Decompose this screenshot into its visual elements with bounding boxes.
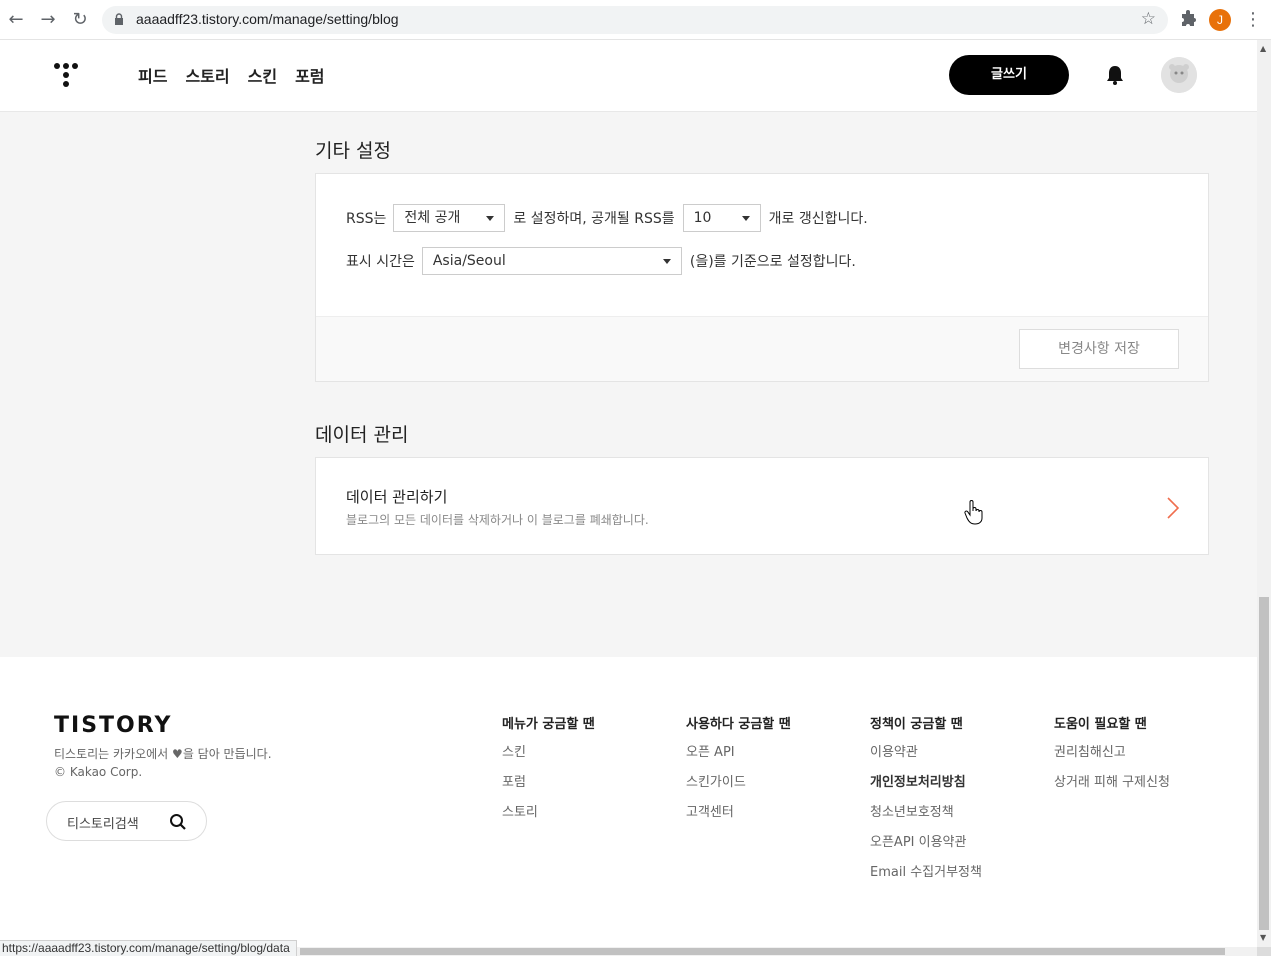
footer-link-email-policy[interactable]: Email 수집거부정책 xyxy=(870,865,982,895)
footer-link-privacy[interactable]: 개인정보처리방침 xyxy=(870,775,982,805)
rss-count-value: 10 xyxy=(693,210,712,226)
rss-middle-text: 로 설정하며, 공개될 RSS를 xyxy=(513,211,675,227)
footer-link-forum[interactable]: 포럼 xyxy=(502,775,595,805)
rss-visibility-value: 전체 공개 xyxy=(404,210,461,226)
reload-icon[interactable]: ↻ xyxy=(68,8,92,32)
browser-profile-avatar[interactable]: J xyxy=(1209,9,1231,31)
nav-story[interactable]: 스토리 xyxy=(185,63,229,87)
rss-count-select[interactable]: 10 xyxy=(682,204,761,232)
timezone-row: 표시 시간은 Asia/Seoul (을)를 기준으로 설정합니다. xyxy=(346,247,856,275)
vertical-scrollbar[interactable]: ▲ ▼ xyxy=(1257,40,1271,947)
footer-copyright: © Kakao Corp. xyxy=(54,765,143,779)
footer-link-open-api[interactable]: 오픈 API xyxy=(686,745,791,775)
footer-link-terms[interactable]: 이용약관 xyxy=(870,745,982,775)
rss-visibility-select[interactable]: 전체 공개 xyxy=(393,204,506,232)
footer-col-title: 정책이 궁금할 땐 xyxy=(870,717,963,732)
browser-toolbar: ← → ↻ aaaadff23.tistory.com/manage/setti… xyxy=(0,0,1271,40)
global-nav: 피드 스토리 스킨 포럼 xyxy=(138,63,325,87)
address-bar[interactable]: aaaadff23.tistory.com/manage/setting/blo… xyxy=(102,6,1168,34)
timezone-value: Asia/Seoul xyxy=(432,253,506,269)
footer-desc-after: 을 담아 만듭니다. xyxy=(182,747,272,761)
status-bar-url: https://aaaadff23.tistory.com/manage/set… xyxy=(0,940,297,956)
site-footer: TISTORY 티스토리는 카카오에서 ♥을 담아 만듭니다. © Kakao … xyxy=(0,657,1257,947)
nav-skin[interactable]: 스킨 xyxy=(248,63,277,87)
scroll-up-icon[interactable]: ▲ xyxy=(1260,44,1266,53)
footer-col-title: 메뉴가 궁금할 땐 xyxy=(502,717,595,732)
footer-logo[interactable]: TISTORY xyxy=(54,713,172,738)
notification-bell-icon[interactable] xyxy=(1104,64,1126,86)
misc-settings-title: 기타 설정 xyxy=(315,140,391,162)
tistory-logo-icon[interactable] xyxy=(52,61,80,91)
footer-col-policy: 정책이 궁금할 땐 이용약관 개인정보처리방침 청소년보호정책 오픈API 이용… xyxy=(870,713,982,895)
footer-link-api-terms[interactable]: 오픈API 이용약관 xyxy=(870,835,982,865)
save-changes-button[interactable]: 변경사항 저장 xyxy=(1019,329,1179,369)
footer-col-usage: 사용하다 궁금할 땐 오픈 API 스킨가이드 고객센터 xyxy=(686,713,791,835)
footer-col-title: 사용하다 궁금할 땐 xyxy=(686,717,791,732)
chevron-right-icon xyxy=(1167,497,1180,519)
write-button[interactable]: 글쓰기 xyxy=(949,55,1069,95)
nav-forum[interactable]: 포럼 xyxy=(295,63,324,87)
hand-cursor-icon xyxy=(964,500,983,525)
site-header: 피드 스토리 스킨 포럼 글쓰기 xyxy=(0,40,1257,112)
scrollbar-thumb[interactable] xyxy=(1259,597,1269,930)
timezone-select[interactable]: Asia/Seoul xyxy=(421,247,682,275)
footer-link-youth[interactable]: 청소년보호정책 xyxy=(870,805,982,835)
footer-link-commerce-relief[interactable]: 상거래 피해 구제신청 xyxy=(1054,775,1170,805)
footer-link-skin-guide[interactable]: 스킨가이드 xyxy=(686,775,791,805)
rss-prefix-text: RSS는 xyxy=(346,211,387,227)
rss-suffix-text: 개로 갱신합니다. xyxy=(768,211,868,227)
footer-link-skin[interactable]: 스킨 xyxy=(502,745,595,775)
footer-desc-before: 티스토리는 카카오에서 xyxy=(54,747,169,761)
scrollbar-thumb[interactable] xyxy=(300,948,1225,955)
misc-settings-card: RSS는 전체 공개 로 설정하며, 공개될 RSS를 10 개로 갱신합니다.… xyxy=(315,173,1209,382)
nav-feed[interactable]: 피드 xyxy=(138,63,167,87)
extensions-puzzle-icon[interactable] xyxy=(1178,10,1198,30)
footer-link-rights-report[interactable]: 권리침해신고 xyxy=(1054,745,1170,775)
footer-search-placeholder: 티스토리검색 xyxy=(67,817,139,832)
footer-col-menu: 메뉴가 궁금할 땐 스킨 포럼 스토리 xyxy=(502,713,595,835)
data-management-title: 데이터 관리 xyxy=(315,424,409,446)
forward-icon[interactable]: → xyxy=(36,8,60,32)
footer-link-story[interactable]: 스토리 xyxy=(502,805,595,835)
lock-icon xyxy=(115,13,123,25)
back-icon[interactable]: ← xyxy=(4,8,28,32)
footer-col-help: 도움이 필요할 땐 권리침해신고 상거래 피해 구제신청 xyxy=(1054,713,1170,805)
scroll-down-icon[interactable]: ▼ xyxy=(1260,933,1266,942)
chevron-down-icon xyxy=(662,259,671,264)
data-management-item-title: 데이터 관리하기 xyxy=(346,488,448,506)
chevron-down-icon xyxy=(741,216,750,221)
user-avatar[interactable] xyxy=(1161,57,1197,93)
browser-menu-icon[interactable]: ⋮ xyxy=(1244,8,1262,32)
heart-icon: ♥ xyxy=(172,747,183,761)
rss-row: RSS는 전체 공개 로 설정하며, 공개될 RSS를 10 개로 갱신합니다. xyxy=(346,204,868,232)
url-text: aaaadff23.tistory.com/manage/setting/blo… xyxy=(136,11,399,27)
data-management-item-desc: 블로그의 모든 데이터를 삭제하거나 이 블로그를 폐쇄합니다. xyxy=(346,513,649,527)
footer-col-title: 도움이 필요할 땐 xyxy=(1054,717,1147,732)
scrollbar-corner xyxy=(1257,947,1271,956)
chevron-down-icon xyxy=(486,216,495,221)
bookmark-star-icon[interactable]: ☆ xyxy=(1141,9,1156,29)
footer-description: 티스토리는 카카오에서 ♥을 담아 만듭니다. © Kakao Corp. xyxy=(54,745,272,781)
time-prefix-text: 표시 시간은 xyxy=(346,254,415,270)
misc-settings-footer: 변경사항 저장 xyxy=(316,316,1208,381)
time-suffix-text: (을)를 기준으로 설정합니다. xyxy=(689,254,856,270)
search-icon[interactable] xyxy=(169,813,187,831)
data-management-card[interactable]: 데이터 관리하기 블로그의 모든 데이터를 삭제하거나 이 블로그를 폐쇄합니다… xyxy=(315,457,1209,555)
footer-link-support[interactable]: 고객센터 xyxy=(686,805,791,835)
footer-search-box[interactable]: 티스토리검색 xyxy=(46,801,207,841)
